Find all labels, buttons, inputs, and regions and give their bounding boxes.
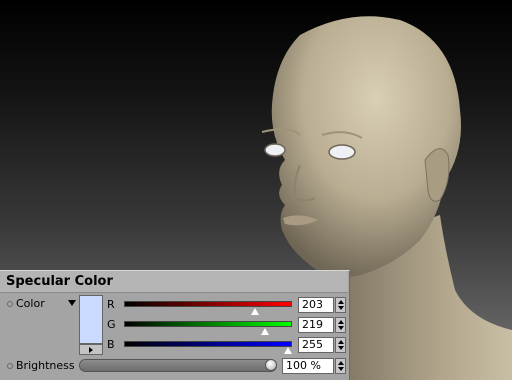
brightness-slider-knob[interactable] <box>265 359 277 371</box>
brightness-slider-track[interactable] <box>79 359 277 372</box>
channel-label-b: B <box>107 338 115 351</box>
channel-label-g: G <box>107 318 116 331</box>
color-dropdown-arrow-icon[interactable] <box>68 300 76 306</box>
brightness-spinner[interactable] <box>335 358 346 374</box>
panel-title: Specular Color <box>0 271 348 293</box>
channel-label-r: R <box>107 298 115 311</box>
blue-slider-thumb[interactable] <box>284 347 292 354</box>
green-spinner[interactable] <box>335 317 346 333</box>
right-eye-shape <box>328 144 356 160</box>
red-spinner[interactable] <box>335 297 346 313</box>
color-label: Color <box>16 297 45 310</box>
color-swatch[interactable] <box>79 295 103 344</box>
brightness-animate-dot[interactable] <box>7 363 13 369</box>
red-slider-track[interactable] <box>124 301 292 307</box>
brightness-value-field[interactable]: 100 % <box>282 358 334 374</box>
red-value-field[interactable]: 203 <box>298 297 334 313</box>
green-slider-thumb[interactable] <box>260 328 269 335</box>
blue-slider-track[interactable] <box>124 341 292 347</box>
swatch-expand-button[interactable] <box>79 344 103 355</box>
blue-value-field[interactable]: 255 <box>298 337 334 353</box>
blue-spinner[interactable] <box>335 337 346 353</box>
green-slider-track[interactable] <box>124 321 292 327</box>
green-value-field[interactable]: 219 <box>298 317 334 333</box>
ear-shape <box>424 148 450 202</box>
red-slider-thumb[interactable] <box>250 308 259 315</box>
left-eye-shape <box>264 143 286 157</box>
color-animate-dot[interactable] <box>7 301 13 307</box>
brightness-label: Brightness <box>16 359 75 372</box>
